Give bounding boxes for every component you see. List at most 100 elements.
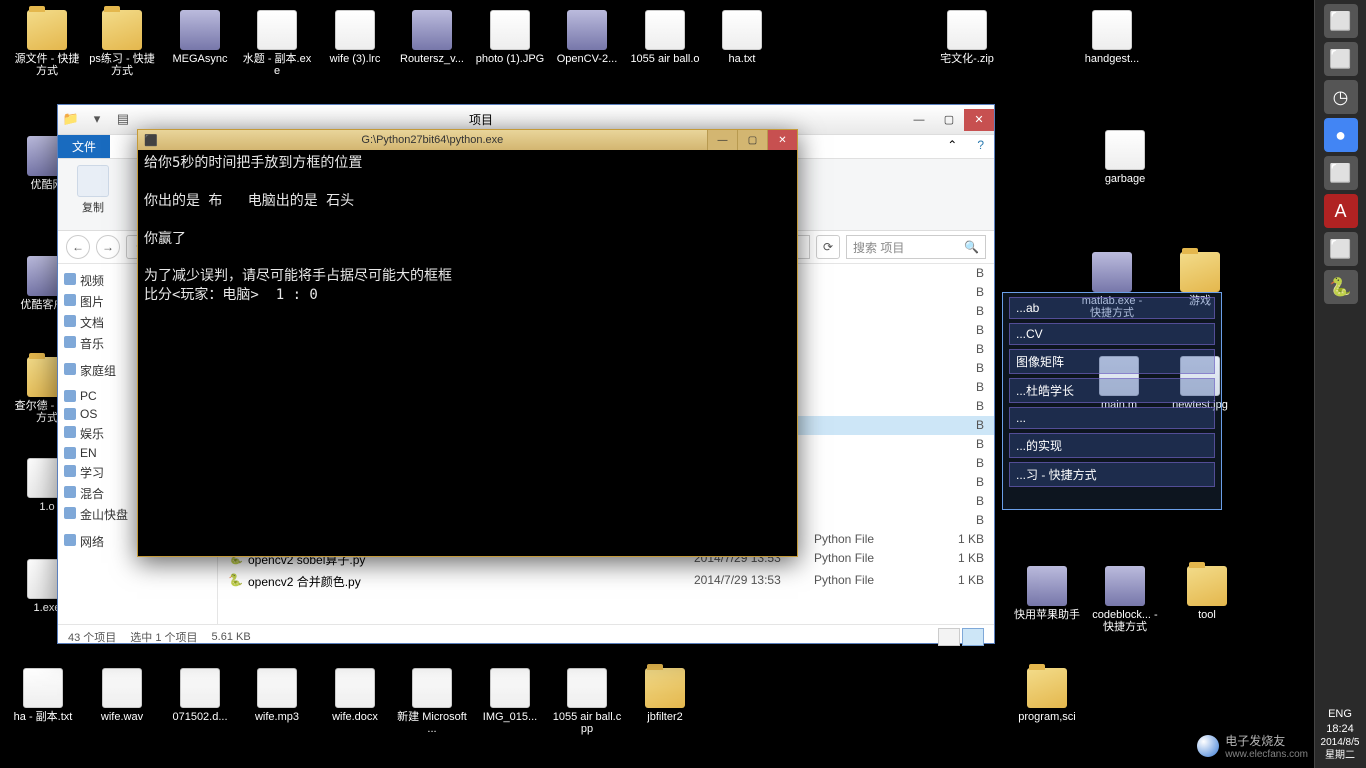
ribbon-copy[interactable]: 复制 bbox=[68, 165, 118, 224]
overlay-item[interactable]: ...习 - 快捷方式 bbox=[1009, 462, 1215, 487]
icon-label: ha - 副本.txt bbox=[6, 710, 80, 724]
file-icon bbox=[257, 10, 297, 50]
dock-pdf-icon[interactable]: A bbox=[1324, 194, 1358, 228]
console-window: ⬛ G:\Python27bit64\python.exe — ▢ ✕ 给你5秒… bbox=[137, 129, 798, 557]
qat-icon[interactable]: ▾ bbox=[86, 108, 108, 130]
file-icon bbox=[180, 668, 220, 708]
dock-python-icon[interactable]: 🐍 bbox=[1324, 270, 1358, 304]
icon-label: garbage bbox=[1088, 172, 1162, 186]
props-icon[interactable]: ▤ bbox=[112, 108, 134, 130]
file-icon bbox=[1092, 10, 1132, 50]
dock-icon[interactable]: ◷ bbox=[1324, 80, 1358, 114]
overlay-item[interactable]: ...ab bbox=[1009, 297, 1215, 319]
watermark: 电子发烧友 www.elecfans.com bbox=[1197, 732, 1308, 760]
dock-icon[interactable]: ⬜ bbox=[1324, 156, 1358, 190]
overlay-item[interactable]: 图像矩阵 bbox=[1009, 349, 1215, 374]
icon-label: 新建 Microsoft ... bbox=[395, 710, 469, 736]
icon-label: 源文件 - 快捷方式 bbox=[10, 52, 84, 78]
file-icon bbox=[947, 10, 987, 50]
desktop-icon[interactable]: 1055 air ball.o bbox=[628, 10, 702, 66]
console-close[interactable]: ✕ bbox=[767, 130, 797, 150]
icon-label: tool bbox=[1170, 608, 1244, 622]
icon-label: 快用苹果助手 bbox=[1010, 608, 1084, 622]
desktop-icon[interactable]: wife.wav bbox=[85, 668, 159, 724]
nav-back[interactable]: ← bbox=[66, 235, 90, 259]
icon-label: OpenCV-2... bbox=[550, 52, 624, 66]
file-icon bbox=[490, 668, 530, 708]
desktop-icon[interactable]: jbfilter2 bbox=[628, 668, 702, 724]
overlay-item[interactable]: ...杜皓学长 bbox=[1009, 378, 1215, 403]
dock-icon[interactable]: ⬜ bbox=[1324, 42, 1358, 76]
close-button[interactable]: ✕ bbox=[964, 109, 994, 131]
exe-icon bbox=[1105, 566, 1145, 606]
refresh-button[interactable]: ⟳ bbox=[816, 235, 840, 259]
dock-chrome-icon[interactable]: ● bbox=[1324, 118, 1358, 152]
nav-forward[interactable]: → bbox=[96, 235, 120, 259]
search-input[interactable]: 搜索 项目🔍 bbox=[846, 235, 986, 259]
file-icon bbox=[335, 10, 375, 50]
desktop-icon[interactable]: MEGAsync bbox=[163, 10, 237, 66]
desktop-icon[interactable]: wife.mp3 bbox=[240, 668, 314, 724]
console-titlebar[interactable]: ⬛ G:\Python27bit64\python.exe — ▢ ✕ bbox=[138, 130, 797, 150]
icon-label: 水题 - 副本.exe bbox=[240, 52, 314, 78]
desktop-icon[interactable]: 水题 - 副本.exe bbox=[240, 10, 314, 78]
desktop-icon[interactable]: wife.docx bbox=[318, 668, 392, 724]
desktop-icon[interactable]: 快用苹果助手 bbox=[1010, 566, 1084, 622]
maximize-button[interactable]: ▢ bbox=[934, 109, 964, 131]
file-row[interactable]: 🐍opencv2 合并颜色.py2014/7/29 13:53Python Fi… bbox=[218, 571, 994, 593]
icon-label: 1055 air ball.o bbox=[628, 52, 702, 66]
folder-icon bbox=[1187, 566, 1227, 606]
icon-label: IMG_015... bbox=[473, 710, 547, 724]
desktop-icon[interactable]: program,sci bbox=[1010, 668, 1084, 724]
dock-icon[interactable]: ⬜ bbox=[1324, 4, 1358, 38]
folder-icon bbox=[102, 10, 142, 50]
desktop-icon[interactable]: 新建 Microsoft ... bbox=[395, 668, 469, 736]
folder-icon bbox=[1180, 252, 1220, 292]
desktop-icon[interactable]: 源文件 - 快捷方式 bbox=[10, 10, 84, 78]
icon-label: wife.mp3 bbox=[240, 710, 314, 724]
view-details-icon[interactable] bbox=[938, 628, 960, 646]
overlay-item[interactable]: ... bbox=[1009, 407, 1215, 429]
dock-icon[interactable]: ⬜ bbox=[1324, 232, 1358, 266]
desktop-icon[interactable]: ps练习 - 快捷方式 bbox=[85, 10, 159, 78]
overlay-item[interactable]: ...的实现 bbox=[1009, 433, 1215, 458]
desktop-icon[interactable]: Routersz_v... bbox=[395, 10, 469, 66]
file-icon bbox=[23, 668, 63, 708]
minimize-button[interactable]: — bbox=[904, 109, 934, 131]
desktop-icon[interactable]: 宅文化-.zip bbox=[930, 10, 1004, 66]
folder-icon[interactable]: 📁 bbox=[60, 108, 82, 130]
desktop-icon[interactable]: garbage bbox=[1088, 130, 1162, 186]
desktop-icon[interactable]: ha - 副本.txt bbox=[6, 668, 80, 724]
desktop-icon[interactable]: IMG_015... bbox=[473, 668, 547, 724]
icon-label: program,sci bbox=[1010, 710, 1084, 724]
console-title: G:\Python27bit64\python.exe bbox=[158, 134, 707, 146]
console-minimize[interactable]: — bbox=[707, 130, 737, 150]
desktop-icon[interactable]: ha.txt bbox=[705, 10, 779, 66]
desktop-icon[interactable]: photo (1).JPG bbox=[473, 10, 547, 66]
console-output: 给你5秒的时间把手放到方框的位置 你出的是 布 电脑出的是 石头 你赢了 为了减… bbox=[138, 150, 797, 309]
icon-label: 1055 air ball.cpp bbox=[550, 710, 624, 736]
tray-lang[interactable]: ENG bbox=[1318, 707, 1362, 721]
icon-label: handgest... bbox=[1075, 52, 1149, 66]
desktop-icon[interactable]: handgest... bbox=[1075, 10, 1149, 66]
overlay-item[interactable]: ...CV bbox=[1009, 323, 1215, 345]
system-tray[interactable]: ENG 18:24 2014/8/5 星期二 bbox=[1318, 707, 1362, 762]
help-icon[interactable]: ? bbox=[967, 135, 994, 158]
file-icon bbox=[102, 668, 142, 708]
console-maximize[interactable]: ▢ bbox=[737, 130, 767, 150]
file-icon bbox=[490, 10, 530, 50]
desktop-icon[interactable]: tool bbox=[1170, 566, 1244, 622]
desktop-icon[interactable]: OpenCV-2... bbox=[550, 10, 624, 66]
icon-label: Routersz_v... bbox=[395, 52, 469, 66]
desktop-icon[interactable]: codeblock... - 快捷方式 bbox=[1088, 566, 1162, 634]
desktop-icon[interactable]: wife (3).lrc bbox=[318, 10, 392, 66]
ribbon-expand-icon[interactable]: ⌃ bbox=[937, 135, 967, 158]
icon-label: codeblock... - 快捷方式 bbox=[1088, 608, 1162, 634]
icon-label: jbfilter2 bbox=[628, 710, 702, 724]
view-large-icon[interactable] bbox=[962, 628, 984, 646]
tab-file[interactable]: 文件 bbox=[58, 135, 110, 158]
file-icon bbox=[722, 10, 762, 50]
desktop-icon[interactable]: 071502.d... bbox=[163, 668, 237, 724]
desktop-icon[interactable]: 1055 air ball.cpp bbox=[550, 668, 624, 736]
right-dock: ⬜ ⬜ ◷ ● ⬜ A ⬜ 🐍 ENG 18:24 2014/8/5 星期二 bbox=[1314, 0, 1366, 768]
